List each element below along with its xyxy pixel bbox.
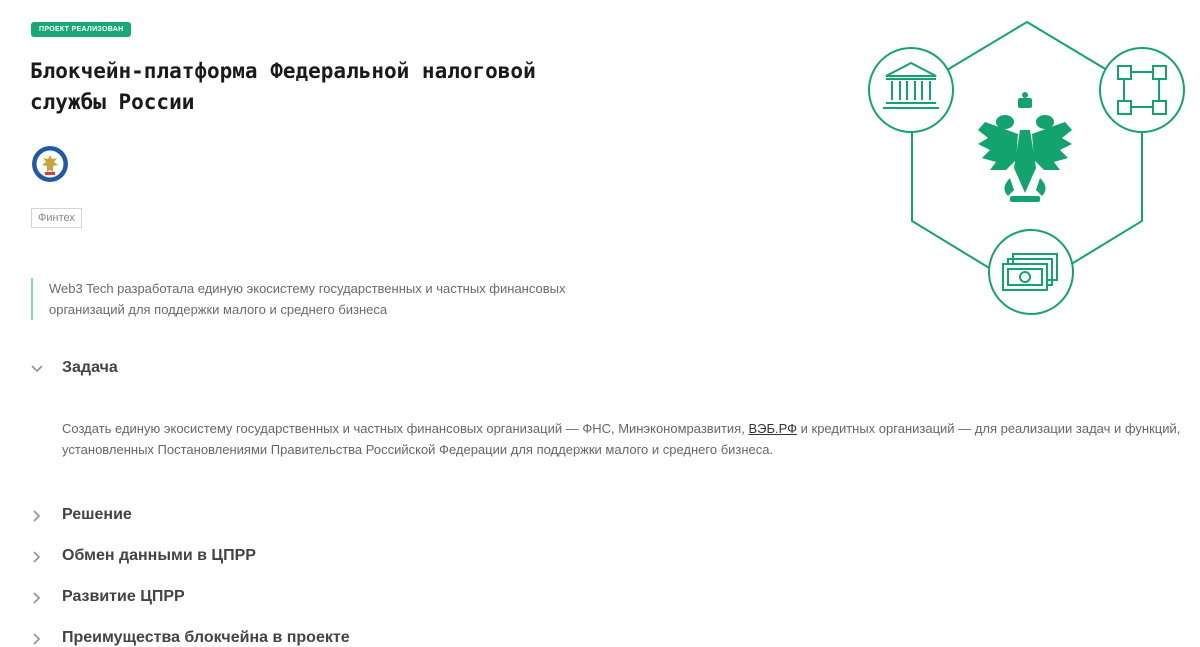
category-tag[interactable]: Финтех: [31, 208, 82, 228]
network-nodes-icon: [1099, 47, 1185, 133]
double-headed-eagle-icon: [978, 92, 1072, 202]
chevron-right-icon[interactable]: [30, 591, 44, 605]
banknotes-icon: [988, 229, 1074, 315]
accordion-development-title[interactable]: Развитие ЦПРР: [62, 588, 185, 606]
accordion-solution-title[interactable]: Решение: [62, 506, 132, 524]
project-lead: Web3 Tech разработала единую экосистему …: [31, 278, 591, 320]
project-status-badge: Проект реализован: [31, 22, 132, 37]
accordion-task-body: Создать единую экосистему государственны…: [62, 418, 1182, 460]
accordion-exchange-title[interactable]: Обмен данными в ЦПРР: [62, 547, 256, 565]
government-building-icon: [868, 47, 954, 133]
chevron-right-icon[interactable]: [30, 632, 44, 646]
chevron-right-icon[interactable]: [30, 509, 44, 523]
chevron-right-icon[interactable]: [30, 550, 44, 564]
chevron-down-icon[interactable]: [30, 362, 44, 376]
accordion-task-title[interactable]: Задача: [62, 359, 118, 377]
fns-emblem-icon: [32, 146, 68, 182]
veb-link[interactable]: ВЭБ.РФ: [748, 421, 797, 436]
project-illustration: [868, 20, 1185, 315]
page-title: Блокчейн-платформа Федеральной налоговой…: [30, 59, 536, 114]
task-body-text: Создать единую экосистему государственны…: [62, 421, 749, 436]
accordion-advantages-title[interactable]: Преимущества блокчейна в проекте: [62, 629, 350, 647]
